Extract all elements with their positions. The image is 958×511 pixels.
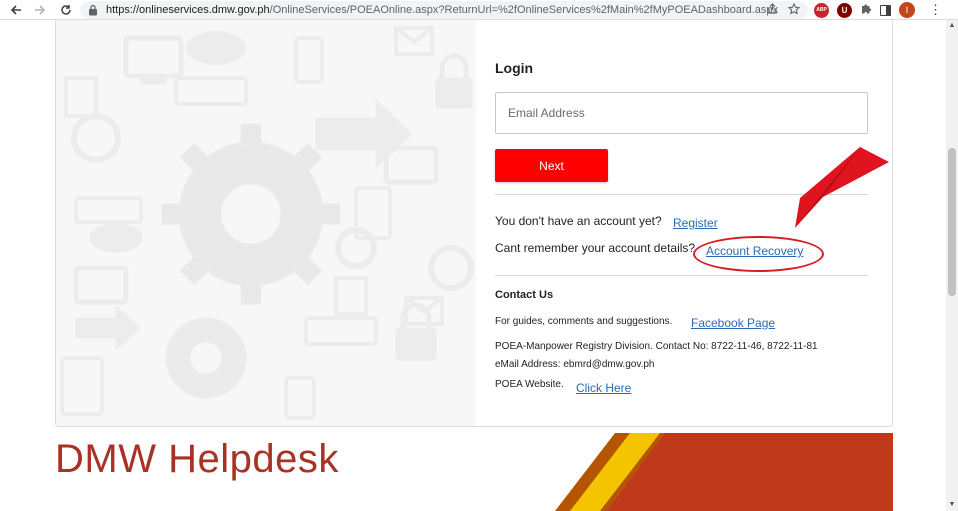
helpdesk-banner: DMW Helpdesk bbox=[55, 433, 893, 511]
divider bbox=[495, 194, 868, 195]
register-link[interactable]: Register bbox=[673, 216, 718, 230]
guides-text: For guides, comments and suggestions. bbox=[495, 316, 673, 327]
scroll-down-icon[interactable]: ▼ bbox=[948, 501, 956, 509]
contact-us-title: Contact Us bbox=[495, 289, 554, 301]
website-click-here-link[interactable]: Click Here bbox=[576, 381, 631, 395]
address-bar[interactable]: https://onlineservices.dmw.gov.ph/Online… bbox=[80, 1, 808, 19]
ublock-extension-icon[interactable]: U bbox=[837, 2, 852, 18]
website-text: POEA Website. bbox=[495, 379, 564, 390]
star-icon[interactable] bbox=[787, 2, 801, 18]
next-button[interactable]: Next bbox=[495, 149, 608, 182]
forward-arrow-icon[interactable] bbox=[30, 0, 50, 20]
login-card: Login Next You don't have an account yet… bbox=[55, 20, 893, 427]
back-arrow-icon[interactable] bbox=[6, 0, 26, 20]
no-account-text: You don't have an account yet? bbox=[495, 214, 662, 228]
page-viewport: Login Next You don't have an account yet… bbox=[0, 20, 946, 511]
profile-avatar[interactable]: I bbox=[899, 2, 915, 18]
adblock-plus-extension-icon[interactable]: ABP bbox=[814, 2, 829, 18]
url-host: https://onlineservices.dmw.gov.ph bbox=[106, 4, 270, 16]
registry-contact-text: POEA-Manpower Registry Division. Contact… bbox=[495, 341, 818, 352]
facebook-page-link[interactable]: Facebook Page bbox=[691, 316, 775, 330]
annotation-circle bbox=[693, 236, 824, 272]
vertical-scrollbar[interactable]: ▲ ▼ bbox=[946, 20, 958, 511]
divider bbox=[495, 275, 868, 276]
puzzle-icon[interactable] bbox=[860, 3, 872, 18]
scroll-thumb[interactable] bbox=[948, 148, 956, 296]
cant-remember-text: Cant remember your account details? bbox=[495, 241, 696, 255]
login-form: Login Next You don't have an account yet… bbox=[495, 20, 871, 426]
login-title: Login bbox=[495, 60, 534, 76]
url-path: /OnlineServices/POEAOnline.aspx?ReturnUr… bbox=[269, 4, 779, 16]
browser-toolbar: https://onlineservices.dmw.gov.ph/Online… bbox=[0, 0, 958, 20]
email-field[interactable] bbox=[495, 92, 868, 134]
email-address-text: eMail Address: ebmrd@dmw.gov.ph bbox=[495, 359, 655, 370]
menu-dots-icon[interactable]: ⋮ bbox=[929, 2, 942, 18]
helpdesk-title: DMW Helpdesk bbox=[55, 437, 339, 481]
scroll-up-icon[interactable]: ▲ bbox=[948, 22, 956, 30]
share-icon[interactable] bbox=[767, 3, 778, 18]
side-panel-icon[interactable] bbox=[880, 4, 891, 16]
lock-icon bbox=[89, 4, 97, 16]
reload-icon[interactable] bbox=[56, 0, 76, 20]
url-text: https://onlineservices.dmw.gov.ph/Online… bbox=[106, 4, 778, 16]
tech-pattern-background bbox=[56, 20, 476, 426]
